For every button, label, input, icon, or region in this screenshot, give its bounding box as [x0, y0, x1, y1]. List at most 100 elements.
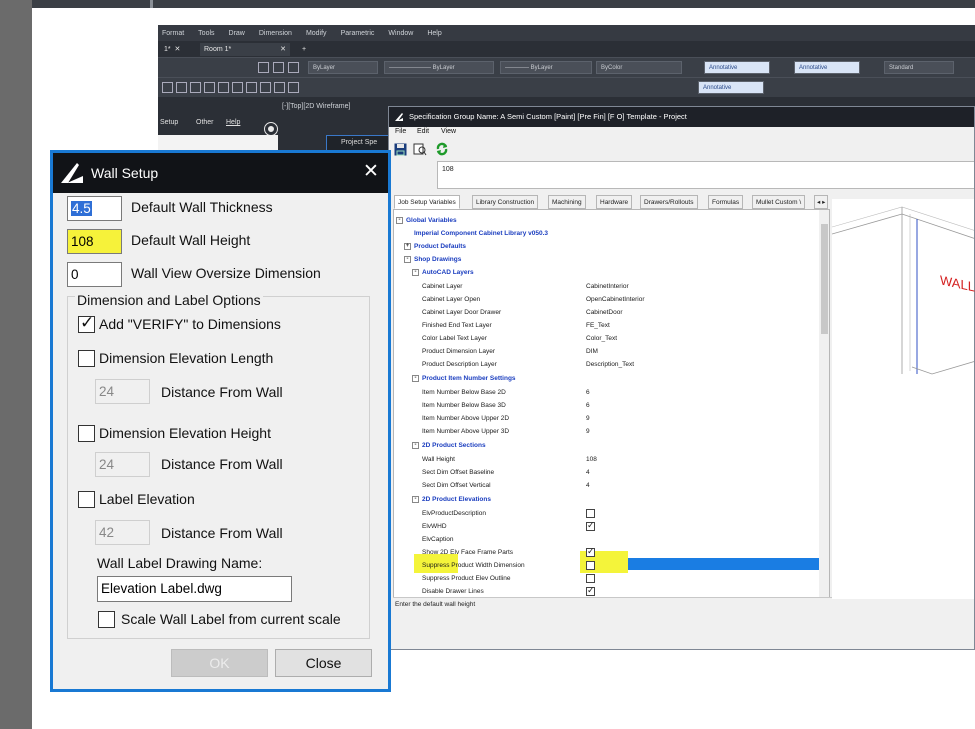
linetype-combo[interactable]: ——————— ByLayer	[384, 61, 494, 74]
tree-row[interactable]: Item Number Below Base 2D	[422, 386, 506, 399]
label-elevation-label[interactable]: Label Elevation	[99, 491, 195, 507]
tree-node-product-defaults[interactable]: + Product Defaults	[404, 240, 466, 253]
menu-parametric[interactable]: Parametric	[341, 30, 375, 37]
tool-icon[interactable]	[218, 82, 229, 93]
tree-checkbox[interactable]	[586, 561, 595, 570]
layer-combo[interactable]: ByLayer	[308, 61, 378, 74]
tool-icon[interactable]	[273, 62, 284, 73]
dim-height-checkbox[interactable]	[78, 425, 95, 442]
verify-label[interactable]: Add "VERIFY" to Dimensions	[99, 316, 281, 332]
dim-length-checkbox[interactable]	[78, 350, 95, 367]
tree-node-shop-drawings[interactable]: - Shop Drawings	[404, 253, 461, 266]
side-menu-help[interactable]: Help	[226, 119, 240, 126]
menu-help[interactable]: Help	[427, 30, 441, 37]
tree-node-2d-product-sections[interactable]: -2D Product Sections	[412, 439, 486, 452]
tree-node-2d-product-elevations[interactable]: -2D Product Elevations	[412, 493, 491, 506]
tree-checkbox[interactable]	[586, 546, 595, 557]
tree-row[interactable]: Item Number Above Upper 2D	[422, 412, 509, 425]
color-combo[interactable]: ByColor	[596, 61, 682, 74]
close-button[interactable]: Close	[275, 649, 372, 677]
wall-thickness-input[interactable]: 4.5	[67, 196, 122, 221]
tree-value[interactable]: 4	[586, 466, 590, 479]
tab-job-setup-variables[interactable]: Job Setup Variables	[394, 195, 460, 209]
standard-combo[interactable]: Standard	[884, 61, 954, 74]
tree-value[interactable]: 6	[586, 386, 590, 399]
tab-add-button[interactable]: +	[298, 43, 310, 56]
tree-row[interactable]: Cabinet Layer Door Drawer	[422, 306, 501, 319]
label-elevation-distance-input[interactable]: 42	[95, 520, 150, 545]
tool-icon[interactable]	[260, 82, 271, 93]
tab-hardware[interactable]: Hardware	[596, 195, 633, 209]
tab-machining[interactable]: Machining	[548, 195, 586, 209]
tree-value[interactable]: 9	[586, 412, 590, 425]
tree-node-autocad-layers[interactable]: - AutoCAD Layers	[412, 266, 474, 279]
lineweight-combo[interactable]: ———— ByLayer	[500, 61, 592, 74]
tree-row[interactable]: Cabinet Layer	[422, 280, 462, 293]
tree-value[interactable]: 9	[586, 425, 590, 438]
dim-length-distance-input[interactable]: 24	[95, 379, 150, 404]
menu-format[interactable]: Format	[162, 30, 184, 37]
tree-row[interactable]: Show 2D Elv Face Frame Parts	[422, 546, 513, 559]
scale-label-checkbox[interactable]	[98, 611, 115, 628]
tree-value[interactable]: FE_Text	[586, 319, 610, 332]
close-icon[interactable]: ✕	[360, 161, 382, 183]
tree-row[interactable]: ElvProductDescription	[422, 507, 486, 520]
tree-row[interactable]: Suppress Product Width Dimension	[422, 559, 525, 572]
tree-node-item-number-settings[interactable]: - Product Item Number Settings	[412, 372, 516, 385]
tree-row[interactable]: Item Number Below Base 3D	[422, 399, 506, 412]
tab-scroll-arrows[interactable]: ◂ ▸	[814, 195, 829, 209]
tree-value[interactable]: Description_Text	[586, 358, 634, 371]
tab-library-construction[interactable]: Library Construction	[472, 195, 539, 209]
tree-value[interactable]: DIM	[586, 345, 598, 358]
ok-button[interactable]: OK	[171, 649, 268, 677]
tool-icon[interactable]	[190, 82, 201, 93]
tree-row[interactable]: ElvWHD	[422, 520, 447, 533]
tool-icon[interactable]	[162, 82, 173, 93]
wall-height-input[interactable]: 108	[67, 229, 122, 254]
tree-scroll-thumb[interactable]	[821, 224, 828, 334]
tree-row[interactable]: Finished End Text Layer	[422, 319, 492, 332]
tab-room-1[interactable]: Room 1* ✕	[200, 43, 290, 56]
tree-row[interactable]: Suppress Product Elev Outline	[422, 572, 511, 585]
tree-checkbox[interactable]	[586, 574, 595, 583]
tree-row[interactable]: Item Number Above Upper 3D	[422, 425, 509, 438]
tool-icon[interactable]	[232, 82, 243, 93]
viewport-label[interactable]: [-][Top][2D Wireframe]	[282, 103, 350, 110]
menu-tools[interactable]: Tools	[198, 30, 214, 37]
tree-value[interactable]: OpenCabinetInterior	[586, 293, 645, 306]
tool-icon[interactable]	[274, 82, 285, 93]
tree-checkbox[interactable]	[586, 520, 595, 531]
menu-draw[interactable]: Draw	[229, 30, 245, 37]
tree-checkbox[interactable]	[586, 509, 595, 518]
annotative-combo-1[interactable]: Annotative	[704, 61, 770, 74]
label-elevation-checkbox[interactable]	[78, 491, 95, 508]
project-spec-tab[interactable]: Project Spe	[326, 135, 396, 151]
scale-label-text[interactable]: Scale Wall Label from current scale	[121, 611, 341, 627]
dim-length-label[interactable]: Dimension Elevation Length	[99, 350, 273, 366]
tree-value[interactable]: CabinetDoor	[586, 306, 623, 319]
tree-row[interactable]: ElvCaption	[422, 533, 453, 546]
menu-window[interactable]: Window	[388, 30, 413, 37]
side-menu-setup[interactable]: Setup	[160, 119, 178, 126]
annotative-combo-3[interactable]: Annotative	[698, 81, 764, 94]
save-icon[interactable]	[394, 143, 407, 156]
menu-modify[interactable]: Modify	[306, 30, 327, 37]
value-entry-field[interactable]: 108	[437, 161, 974, 189]
dim-height-label[interactable]: Dimension Elevation Height	[99, 425, 271, 441]
tree-row[interactable]: Color Label Text Layer	[422, 332, 487, 345]
drawing-name-input[interactable]: Elevation Label.dwg	[97, 576, 292, 602]
tool-icon[interactable]	[204, 82, 215, 93]
tab-mullet-custom[interactable]: Mullet Custom \	[752, 195, 806, 209]
side-menu-other[interactable]: Other	[196, 119, 214, 126]
tool-icon[interactable]	[246, 82, 257, 93]
tool-icon[interactable]	[176, 82, 187, 93]
tree-node-library[interactable]: Imperial Component Cabinet Library v050.…	[414, 227, 548, 240]
tree-row[interactable]: Product Description Layer	[422, 358, 497, 371]
tree-row[interactable]: Sect Dim Offset Baseline	[422, 466, 494, 479]
oversize-dimension-input[interactable]: 0	[67, 262, 122, 287]
print-preview-icon[interactable]	[413, 143, 427, 156]
tab-close-icon[interactable]: ✕	[280, 43, 286, 56]
tree-value-wall-height[interactable]: 108	[586, 453, 597, 466]
tool-icon[interactable]	[288, 82, 299, 93]
tree-row-wall-height[interactable]: Wall Height	[422, 453, 455, 466]
